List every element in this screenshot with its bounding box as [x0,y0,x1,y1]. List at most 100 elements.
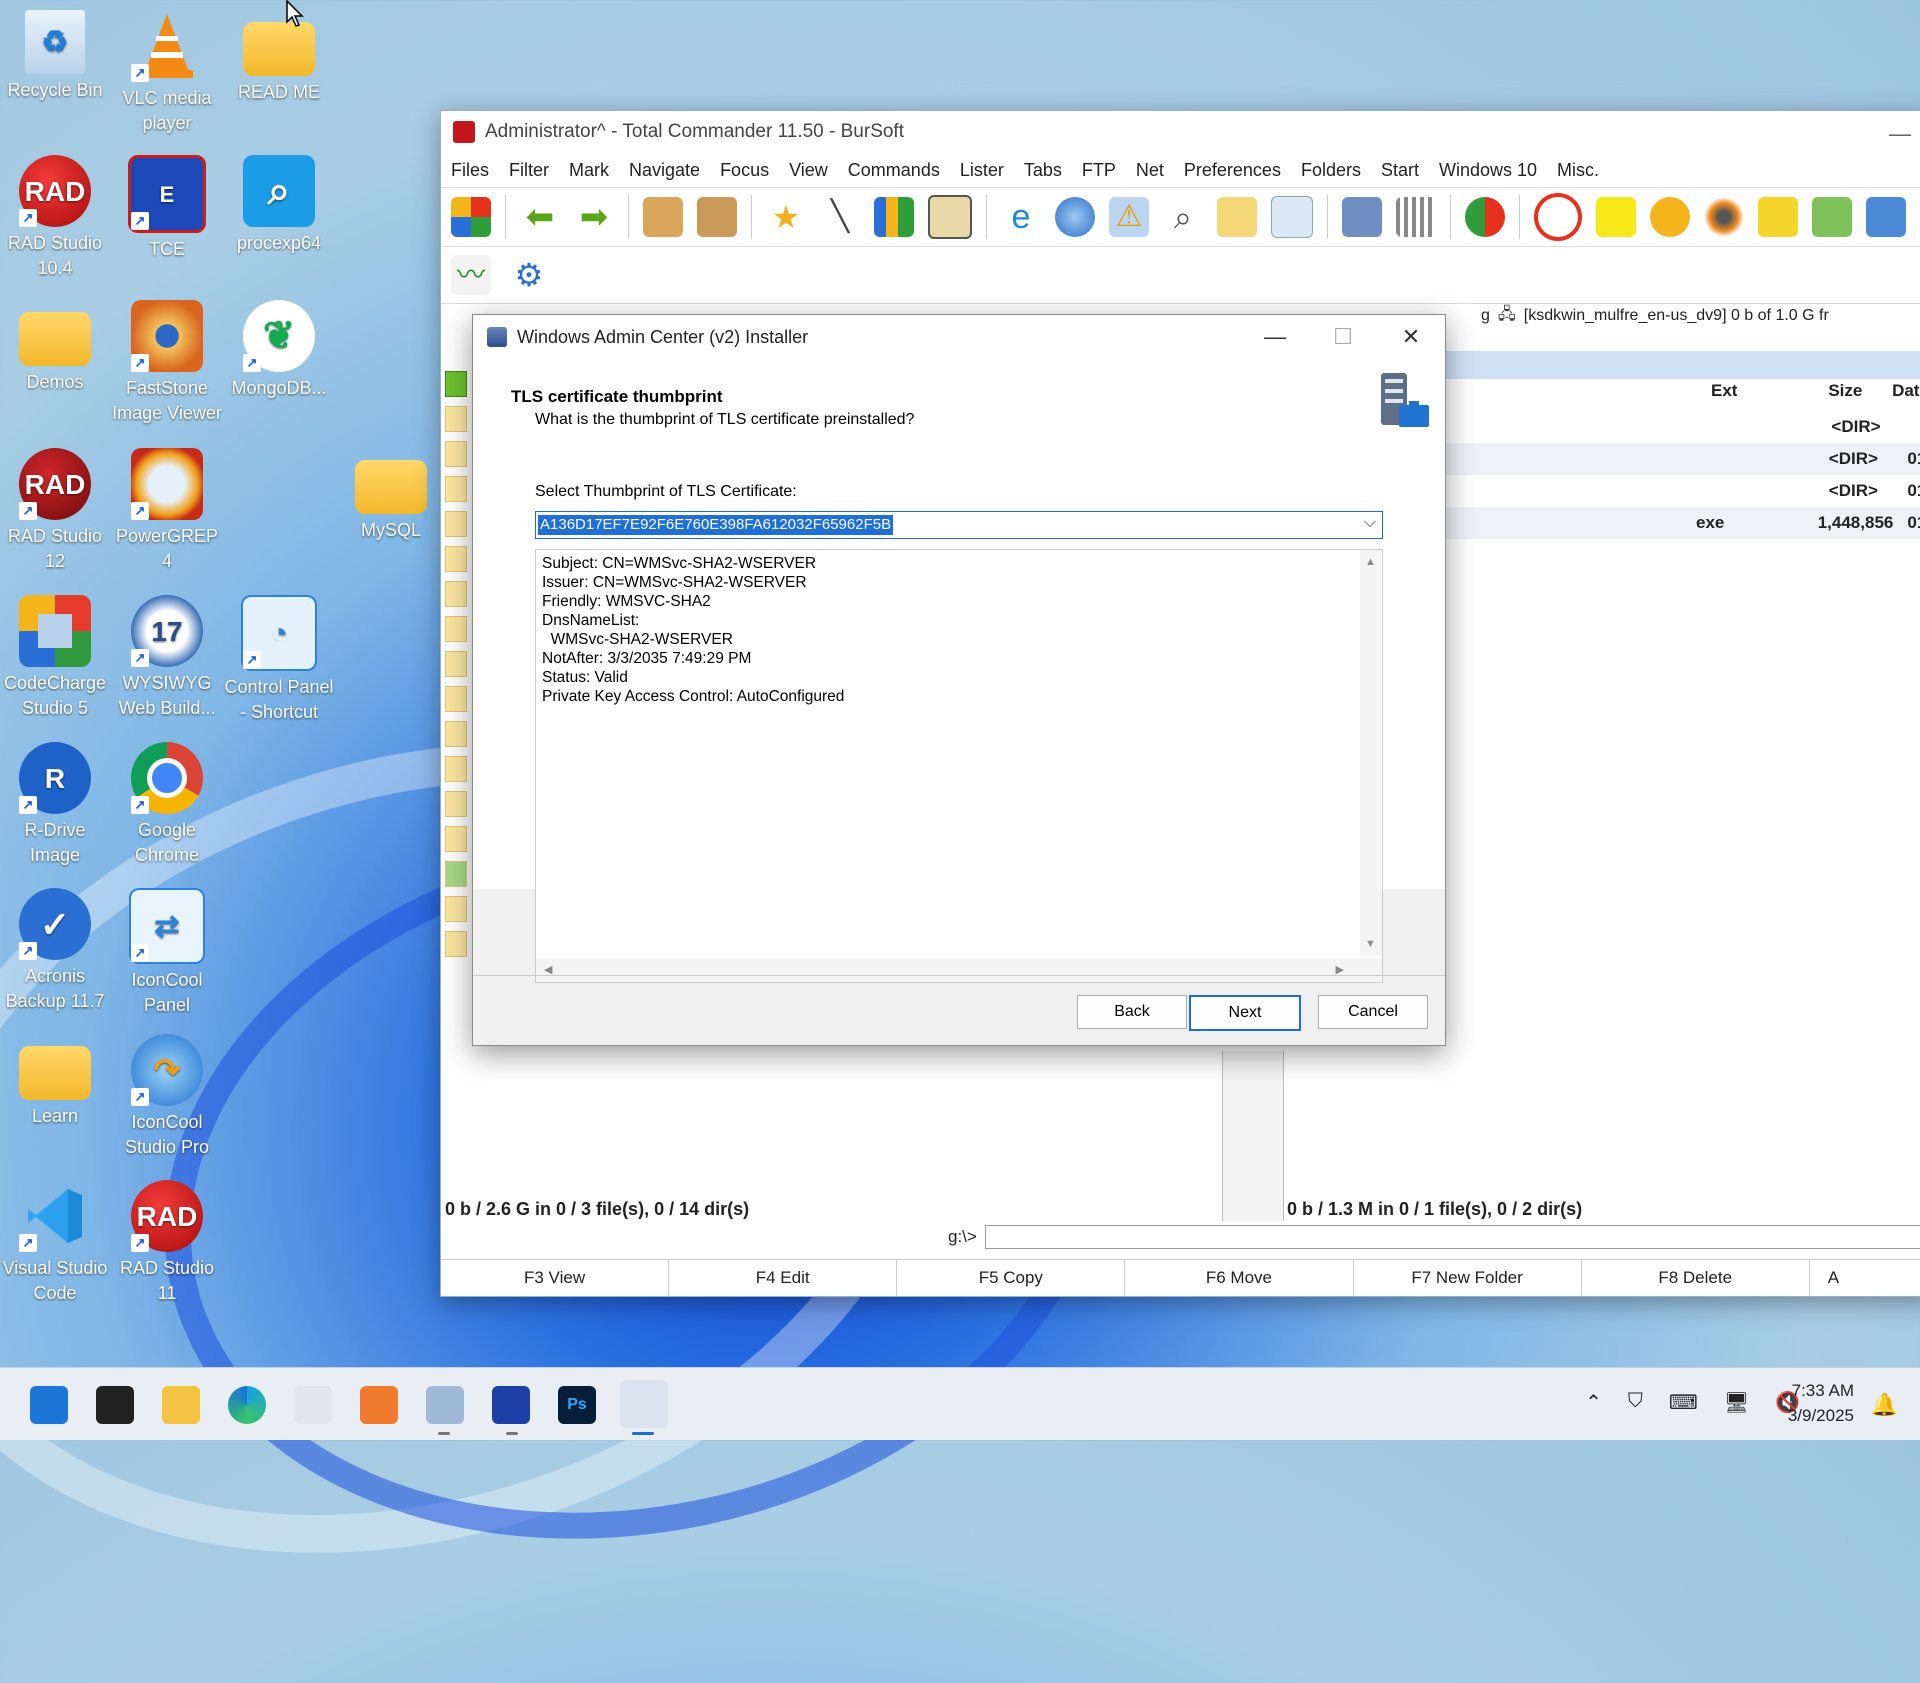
col-ext[interactable]: Ext [1711,381,1799,409]
grid-icon[interactable] [1396,197,1436,237]
desktop-icon-mongodb[interactable]: ❦ ↗ MongoDB... [224,300,334,401]
col-size[interactable]: Size [1799,381,1892,409]
desktop-icon-vlc[interactable]: ↗ VLC media player [112,10,222,136]
desktop-icon-procexp64[interactable]: ⌕ procexp64 [224,155,334,256]
network-icon[interactable]: 🖥 [1724,1390,1749,1415]
chart-icon[interactable] [874,197,914,237]
unpack-icon[interactable] [697,197,737,237]
shield-icon[interactable] [1866,197,1906,237]
desktop-icon-r-drive[interactable]: R ↗ R-Drive Image [0,742,110,868]
ring-icon[interactable] [1534,193,1582,241]
menu-lister[interactable]: Lister [960,160,1004,181]
table-row[interactable]: <DIR> [1441,411,1920,443]
desktop-icon-codecharge[interactable]: CodeCharge Studio 5 [0,595,110,721]
f4-edit-button[interactable]: F4 Edit [669,1260,898,1296]
pack-icon[interactable] [643,197,683,237]
desktop-icon-powergrep[interactable]: ↗ PowerGREP 4 [112,448,222,574]
document-icon[interactable] [1271,196,1313,238]
menu-tabs[interactable]: Tabs [1024,160,1062,181]
stats-icon[interactable] [1812,197,1852,237]
keyboard-icon[interactable]: ⌨ [1669,1390,1698,1415]
desktop-icon-read-me[interactable]: READ ME [224,10,334,105]
cancel-button[interactable]: Cancel [1318,995,1428,1029]
desktop-icon-rad-studio-10-4[interactable]: RAD ↗ RAD Studio 10.4 [0,155,110,281]
desktop-icon-wysiwyg[interactable]: 17 ↗ WYSIWYG Web Build... [112,595,222,721]
next-button[interactable]: Next [1189,995,1301,1031]
desktop-icon-acronis[interactable]: ✓ ↗ Acronis Backup 11.7 [0,888,110,1014]
desktop-icon-tce[interactable]: E ↗ TCE [112,155,222,262]
back-arrow-icon[interactable]: ⬅ [520,197,560,237]
alt-f4-button[interactable]: A [1810,1260,1920,1296]
warning-icon[interactable]: ⚠ [1109,197,1149,237]
vertical-scrollbar[interactable]: ▲ ▼ [1360,550,1382,956]
cmd-input[interactable] [985,1225,1920,1249]
server-manager-icon[interactable] [294,1386,332,1424]
menu-files[interactable]: Files [451,160,489,181]
close-icon[interactable]: ✕ [1377,315,1445,359]
desktop-icon-iconcool-panel[interactable]: ⇄ ↗ IconCool Panel [112,888,222,1018]
windows-start-icon[interactable] [30,1386,68,1424]
search-icon[interactable]: ⌕ [1163,197,1203,237]
desktop-icon-control-panel[interactable]: ◔ ↗ Control Panel - Shortcut [224,595,334,725]
f3-view-button[interactable]: F3 View [441,1260,670,1296]
scroll-up-icon[interactable]: ▲ [1365,556,1376,568]
desktop-icon-rad-studio-12[interactable]: RAD ↗ RAD Studio 12 [0,448,110,574]
table-row[interactable]: exe 1,448,856 01/ [1441,507,1920,539]
notification-bell-icon[interactable]: 🔔 [1871,1392,1898,1418]
pdf-icon[interactable] [1758,197,1798,237]
desktop-icon-learn[interactable]: Learn [0,1034,110,1129]
desktop-icon-demos[interactable]: Demos [0,300,110,395]
screen-icon[interactable] [1342,197,1382,237]
menu-start[interactable]: Start [1381,160,1419,181]
menu-folders[interactable]: Folders [1301,160,1361,181]
eye-tool-icon[interactable] [1704,197,1744,237]
clock[interactable]: 7:33 AM 3/9/2025 [1788,1378,1854,1428]
menu-commands[interactable]: Commands [848,160,940,181]
desktop-icon-faststone[interactable]: ↗ FastStone Image Viewer [112,300,222,426]
forward-arrow-icon[interactable]: ➡ [574,197,614,237]
desktop-icon-chrome[interactable]: ↗ Google Chrome [112,742,222,868]
terminal-icon[interactable] [96,1386,134,1424]
horizontal-scrollbar[interactable]: ◀ ▶ [536,958,1382,982]
xampp-icon[interactable] [360,1386,398,1424]
f8-delete-button[interactable]: F8 Delete [1582,1260,1810,1296]
certificate-details[interactable]: Subject: CN=WMSvc-SHA2-WSERVER Issuer: C… [535,549,1383,983]
back-button[interactable]: Back [1077,995,1187,1029]
menu-windows-10[interactable]: Windows 10 [1439,160,1537,181]
start-menu-icon[interactable] [451,197,491,237]
f7-new-folder-button[interactable]: F7 New Folder [1354,1260,1582,1296]
table-row[interactable]: <DIR> 01/ [1441,475,1920,507]
thumbprint-select[interactable]: A136D17EF7E92F6E760E398FA612032F65962F5B… [535,511,1383,539]
ie-icon[interactable]: e [1001,197,1041,237]
up-arrow-icon[interactable] [445,371,467,397]
photoshop-icon[interactable]: Ps [558,1386,596,1424]
file-explorer-icon[interactable] [162,1386,200,1424]
chevron-up-icon[interactable]: ⌃ [1585,1390,1602,1415]
a-icon[interactable] [1650,197,1690,237]
star-icon[interactable]: ★ [766,197,806,237]
col-date[interactable]: Dat [1892,381,1920,409]
menu-preferences[interactable]: Preferences [1184,160,1281,181]
player-icon[interactable] [1596,197,1636,237]
defender-icon[interactable]: ⛉ [1628,1390,1643,1415]
edge-icon[interactable] [228,1386,266,1424]
menu-mark[interactable]: Mark [569,160,609,181]
panel-splitter[interactable] [1223,1051,1283,1221]
copy-files-icon[interactable] [1217,197,1257,237]
menu-focus[interactable]: Focus [720,160,769,181]
menu-navigate[interactable]: Navigate [629,160,700,181]
total-commander-taskbar-icon[interactable] [492,1386,530,1424]
menu-net[interactable]: Net [1136,160,1164,181]
table-row[interactable]: <DIR> 01/ [1441,443,1920,475]
menu-filter[interactable]: Filter [509,160,549,181]
scroll-down-icon[interactable]: ▼ [1365,938,1376,950]
desktop-icon-iconcool-studio[interactable]: ↷ ↗ IconCool Studio Pro [112,1034,222,1160]
desktop-icon-mysql[interactable]: MySQL [336,448,446,543]
chevron-down-icon[interactable]: ⌵ [1364,514,1376,532]
desktop-icon-vscode[interactable]: ↗ Visual Studio Code [0,1180,110,1306]
globe-icon[interactable] [1055,197,1095,237]
f6-move-button[interactable]: F6 Move [1125,1260,1354,1296]
menu-misc[interactable]: Misc. [1557,160,1599,181]
network-manager-icon[interactable] [426,1386,464,1424]
settings-gear-icon[interactable]: ⚙ [509,255,549,295]
